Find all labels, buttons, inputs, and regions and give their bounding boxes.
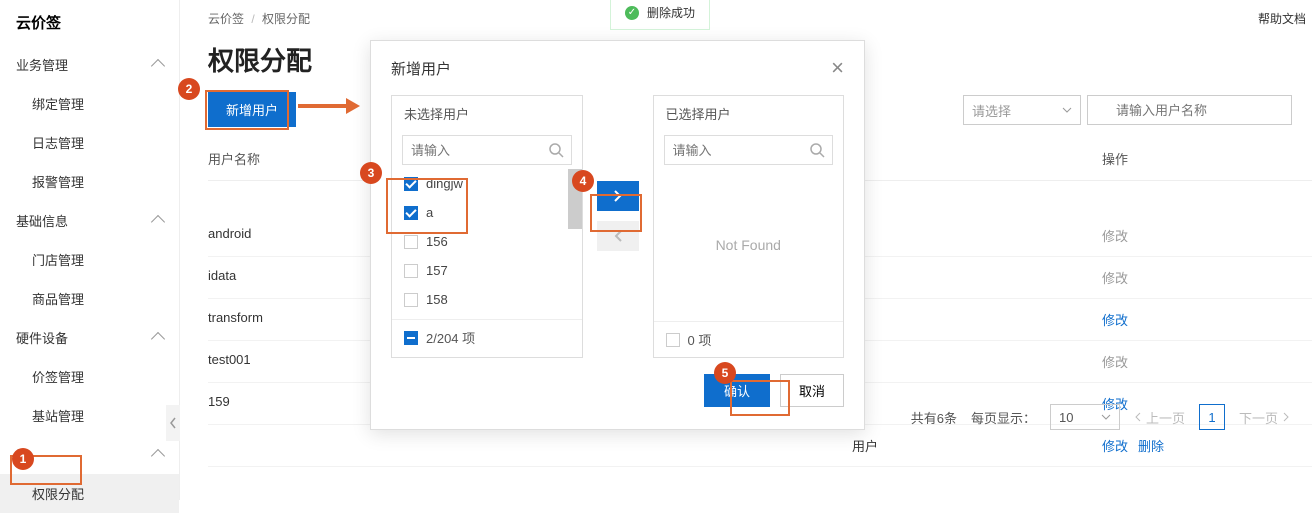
- left-search-input[interactable]: [402, 135, 572, 165]
- nav-group-hardware[interactable]: 硬件设备: [0, 318, 179, 357]
- checkbox-icon[interactable]: [404, 235, 418, 249]
- sidebar-item-station[interactable]: 基站管理: [0, 396, 179, 435]
- pager-per-label: 每页显示：: [971, 408, 1036, 427]
- edit-link[interactable]: 修改: [1102, 271, 1128, 286]
- table-row: 用户修改删除: [208, 425, 1312, 467]
- pager-current[interactable]: 1: [1199, 404, 1225, 430]
- filter-select[interactable]: 请选择: [963, 95, 1081, 125]
- search-icon: [548, 142, 564, 161]
- breadcrumb: 云价签 / 权限分配: [208, 10, 1312, 27]
- success-toast: ✓ 删除成功: [610, 0, 710, 30]
- add-user-modal: 新增用户 × 未选择用户 dingjw a 156 157 158 2/204 …: [370, 40, 865, 430]
- right-panel-title: 已选择用户: [654, 96, 844, 131]
- list-item[interactable]: dingjw: [392, 169, 582, 198]
- chevron-up-icon: [151, 449, 165, 463]
- list-item[interactable]: 157: [392, 256, 582, 285]
- sidebar-item-alarm[interactable]: 报警管理: [0, 162, 179, 201]
- list-item[interactable]: 156: [392, 227, 582, 256]
- pagination: 共有6条 每页显示： 10 上一页 1 下一页: [911, 404, 1290, 430]
- list-item[interactable]: a: [392, 198, 582, 227]
- chevron-left-icon: [1134, 412, 1142, 422]
- confirm-button[interactable]: 确认: [704, 374, 770, 407]
- checkbox-icon[interactable]: [666, 333, 680, 347]
- checkbox-icon[interactable]: [404, 264, 418, 278]
- chevron-right-icon: [613, 190, 623, 202]
- breadcrumb-current: 权限分配: [262, 12, 310, 26]
- checkbox-icon[interactable]: [404, 177, 418, 191]
- help-link[interactable]: 帮助文档: [1258, 10, 1306, 27]
- edit-link[interactable]: 修改: [1102, 229, 1128, 244]
- sidebar-item-log[interactable]: 日志管理: [0, 123, 179, 162]
- transfer-right-button[interactable]: [597, 181, 639, 211]
- pager-total: 共有6条: [911, 408, 957, 427]
- check-icon: ✓: [625, 6, 639, 20]
- sidebar: 云价签 业务管理 绑定管理 日志管理 报警管理 基础信息 门店管理 商品管理 硬…: [0, 0, 180, 500]
- chevron-left-icon: [613, 230, 623, 242]
- search-icon: [809, 142, 825, 161]
- close-icon[interactable]: ×: [831, 57, 844, 79]
- cancel-button[interactable]: 取消: [780, 374, 844, 407]
- chevron-down-icon: [1101, 414, 1111, 420]
- add-user-button[interactable]: 新增用户: [208, 92, 296, 127]
- delete-link[interactable]: 删除: [1138, 439, 1164, 454]
- right-foot-count: 0 项: [688, 330, 712, 349]
- checkbox-indeterminate-icon[interactable]: [404, 331, 418, 345]
- th-op: 操作: [1102, 149, 1312, 168]
- callout-5: 5: [714, 362, 736, 384]
- list-item[interactable]: 158: [392, 285, 582, 314]
- edit-link[interactable]: 修改: [1102, 313, 1128, 328]
- breadcrumb-root[interactable]: 云价签: [208, 12, 244, 26]
- left-foot-count: 2/204 项: [426, 328, 475, 347]
- pager-prev[interactable]: 上一页: [1134, 408, 1185, 427]
- callout-2: 2: [178, 78, 200, 100]
- left-panel-title: 未选择用户: [392, 96, 582, 131]
- search-input[interactable]: [1087, 95, 1292, 125]
- nav-group-biz[interactable]: 业务管理: [0, 45, 179, 84]
- chevron-up-icon: [151, 59, 165, 73]
- sidebar-item-tag[interactable]: 价签管理: [0, 357, 179, 396]
- callout-4: 4: [572, 170, 594, 192]
- pager-per-select[interactable]: 10: [1050, 404, 1120, 430]
- sidebar-collapse[interactable]: [166, 405, 180, 441]
- sidebar-item-store[interactable]: 门店管理: [0, 240, 179, 279]
- chevron-up-icon: [151, 332, 165, 346]
- transfer-left-panel: 未选择用户 dingjw a 156 157 158 2/204 项: [391, 95, 583, 358]
- edit-link[interactable]: 修改: [1102, 355, 1128, 370]
- checkbox-icon[interactable]: [404, 206, 418, 220]
- transfer-left-button[interactable]: [597, 221, 639, 251]
- edit-link[interactable]: 修改: [1102, 439, 1128, 454]
- modal-title: 新增用户: [391, 58, 451, 79]
- sidebar-item-binding[interactable]: 绑定管理: [0, 84, 179, 123]
- pager-next[interactable]: 下一页: [1239, 408, 1290, 427]
- checkbox-icon[interactable]: [404, 293, 418, 307]
- sidebar-item-goods[interactable]: 商品管理: [0, 279, 179, 318]
- callout-3: 3: [360, 162, 382, 184]
- empty-text: Not Found: [654, 169, 844, 321]
- sidebar-item-permission[interactable]: 权限分配: [0, 474, 179, 513]
- nav-group-basic[interactable]: 基础信息: [0, 201, 179, 240]
- callout-1: 1: [12, 448, 34, 470]
- transfer-right-panel: 已选择用户 Not Found 0 项: [653, 95, 845, 358]
- right-search-input[interactable]: [664, 135, 834, 165]
- chevron-down-icon: [1062, 107, 1072, 113]
- brand: 云价签: [0, 0, 179, 45]
- chevron-up-icon: [151, 215, 165, 229]
- chevron-right-icon: [1282, 412, 1290, 422]
